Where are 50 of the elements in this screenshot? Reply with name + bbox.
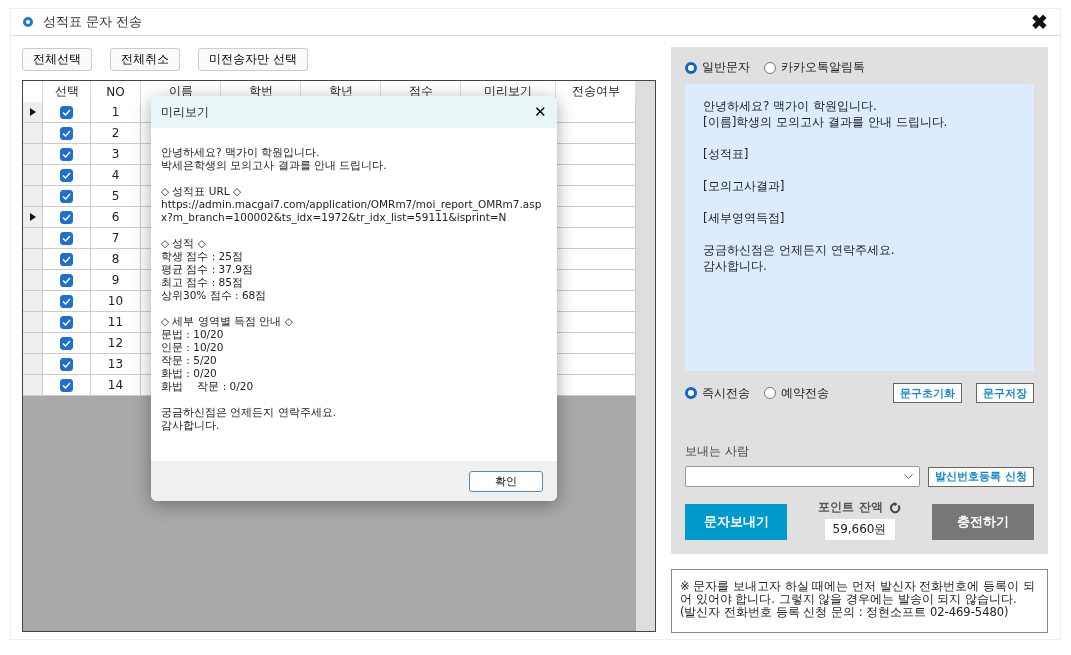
checkbox[interactable]: [60, 357, 73, 371]
row-header[interactable]: [23, 102, 43, 123]
toolbar-button[interactable]: 전체취소: [110, 48, 180, 71]
refresh-icon[interactable]: [888, 501, 901, 514]
checkbox[interactable]: [60, 252, 73, 266]
checkbox[interactable]: [60, 189, 73, 203]
ring-icon: [23, 17, 33, 27]
radio-option[interactable]: 카카오톡알림톡: [764, 59, 865, 76]
checkbox[interactable]: [60, 378, 73, 392]
preview-text: ◇ 성적표 URL ◇ https://admin.macgai7.com/application/OMRm7/moi_report_OMRm7.aspx?m_branch=100002&ts_idx=1972&tr_idx_list=59111&isprint=N: [161, 185, 543, 224]
checkbox[interactable]: [60, 105, 73, 119]
points-label: 포인트 잔액: [818, 499, 883, 516]
checkbox[interactable]: [60, 294, 73, 308]
register-button[interactable]: 발신번호등록 신청: [928, 466, 1034, 487]
close-button[interactable]: ✖: [1031, 10, 1048, 34]
sender-select[interactable]: [685, 466, 921, 487]
checkbox[interactable]: [60, 231, 73, 245]
message-field[interactable]: 안녕하세요? 맥가이 학원입니다. [이름]학생의 모의고사 결과를 안내 드립니다. [성적표] [모의고사결과] [세부영역득점] 궁금하신점은 언제든지 연락주세요. 감사합니다.: [685, 84, 1034, 371]
checkbox[interactable]: [60, 168, 73, 182]
checkbox[interactable]: [60, 126, 73, 140]
checkbox[interactable]: [60, 210, 73, 224]
text-button[interactable]: 문구저장: [976, 383, 1034, 403]
radio-option[interactable]: 예약전송: [764, 384, 829, 402]
table-cell: 14: [91, 375, 141, 396]
toolbar-button[interactable]: 미전송자만 선택: [198, 48, 308, 71]
preview-text: ◇ 성적 ◇ 학생 점수 : 25점 평균 점수 : 37.9점 최고 점수 : 85점 상위30% 점수 : 68점: [161, 237, 268, 302]
row-pointer-icon: [29, 213, 36, 221]
preview-text: ◇ 세부 영역별 득점 안내 ◇ 문법 : 10/20 인문 : 10/20 작문 : 5/20 화법 : 0/20 화법 작문 : 0/20: [161, 315, 294, 393]
checkbox[interactable]: [60, 147, 73, 161]
row-header[interactable]: [23, 207, 43, 228]
sender-label: 보내는 사람: [685, 443, 750, 460]
preview-text: 안녕하세요? 맥가이 학원입니다. 박세은학생의 모의고사 결과를 안내 드립니다.: [161, 146, 388, 172]
row-pointer-icon: [29, 108, 36, 116]
radio-option[interactable]: 일반문자: [685, 59, 750, 76]
preview-text: 궁금하신점은 언제든지 연락주세요. 감사합니다.: [161, 406, 337, 432]
close-button[interactable]: ✕: [534, 103, 547, 121]
dialog-title: 미리보기: [161, 103, 209, 121]
checkbox[interactable]: [60, 273, 73, 287]
window-title: 성적표 문자 전송: [43, 13, 143, 31]
checkbox[interactable]: [60, 336, 73, 350]
charge-button[interactable]: 충전하기: [932, 504, 1034, 540]
radio-option[interactable]: 즉시전송: [685, 384, 750, 402]
ok-button[interactable]: 확인: [469, 470, 543, 492]
checkbox[interactable]: [60, 315, 73, 329]
chevron-icon: [904, 474, 914, 479]
text-button[interactable]: 문구초기화: [893, 383, 962, 403]
points-value: 59,660원: [824, 519, 895, 540]
notice-text: ※ 문자를 보내고자 하실 때에는 먼저 발신자 전화번호에 등록이 되어 있어야 합니다. 그렇지 않을 경우에는 발송이 되지 않습니다. (발신자 전화번호 등록 신청 문의 : 정현소프트 02-469-5480): [671, 569, 1048, 633]
toolbar-button[interactable]: 전체선택: [22, 48, 92, 71]
scrollbar[interactable]: [636, 81, 655, 631]
